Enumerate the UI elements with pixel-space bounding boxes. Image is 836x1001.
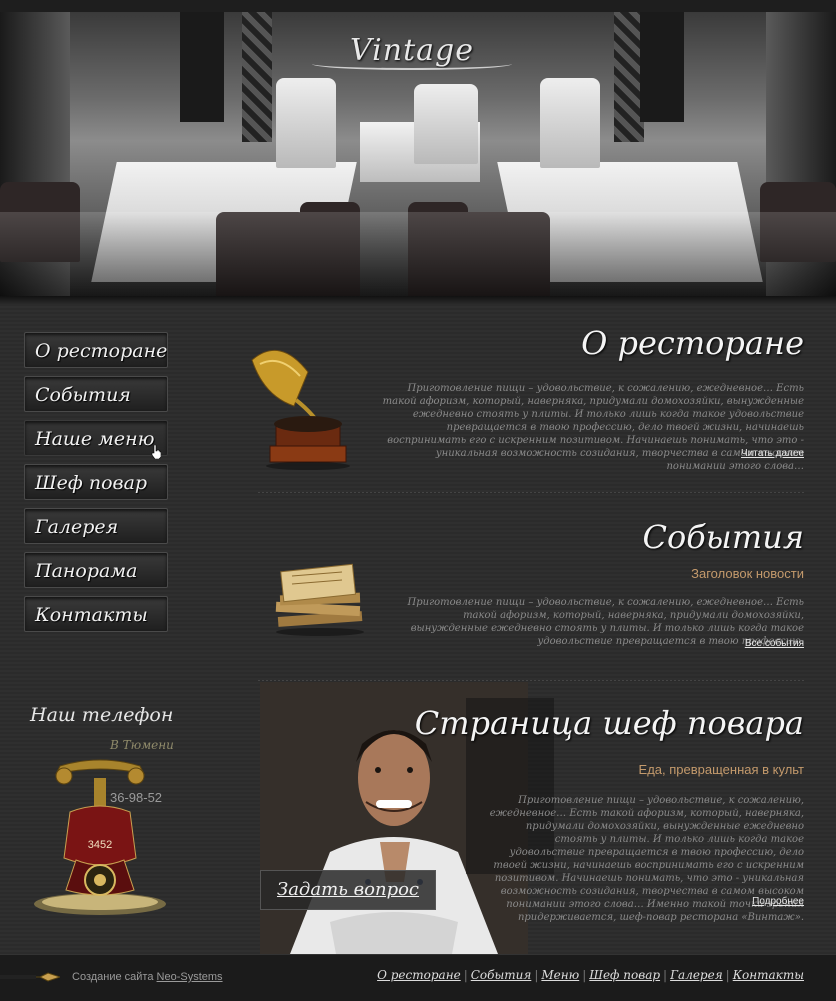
banner-chair [540,78,600,168]
footer-link-about[interactable]: О ресторане [377,968,461,982]
footer-separator: | [725,968,730,982]
top-bar [0,0,836,12]
all-events-link[interactable]: Все события [745,638,804,649]
hand-cursor-icon [151,445,161,459]
banner-curtain [180,12,224,122]
footer-separator: | [534,968,539,982]
events-text: Приготовление пищи – удовольствие, к сож… [407,597,804,647]
main-nav: О ресторане События Наше меню Шеф повар … [24,332,170,640]
ask-question-button[interactable]: Задать вопрос [260,870,436,910]
events-subtitle[interactable]: Заголовок новости [691,566,804,581]
footer-link-contacts[interactable]: Контакты [733,968,804,982]
nav-item-contacts[interactable]: Контакты [24,596,168,632]
site-logo[interactable]: Vintage [312,28,512,74]
banner-curtain [640,12,684,122]
footer-link-events[interactable]: События [471,968,532,982]
nav-item-events[interactable]: События [24,376,168,412]
nav-item-about[interactable]: О ресторане [24,332,168,368]
banner-column [242,12,272,142]
footer-link-gallery[interactable]: Галерея [670,968,723,982]
read-more-link[interactable]: Читать далее [741,448,804,459]
about-title: О ресторане [581,324,804,362]
phone-city: В Тюмени [110,738,174,752]
about-section: О ресторане Приготовление пищи – удоволь… [251,304,804,494]
content-area: О ресторане События Наше меню Шеф повар … [0,304,836,954]
banner-floor [0,212,836,298]
papers-stack-icon [275,563,364,636]
about-text: Приготовление пищи – удовольствие, к сож… [382,383,804,472]
credit-prefix: Создание сайта [72,971,154,983]
nav-item-panorama[interactable]: Панорама [24,552,168,588]
neo-systems-link[interactable]: Neo-Systems [157,971,223,983]
phone-block: Наш телефон В Тюмени 36-98-52 3452 [24,704,174,924]
footer-separator: | [582,968,587,982]
more-link[interactable]: Подробнее [752,896,804,907]
footer: Создание сайта Neo-Systems О ресторане | С… [0,954,836,1001]
footer-separator: | [463,968,468,982]
ask-question-label: Задать вопрос [276,879,420,900]
footer-link-menu[interactable]: Меню [541,968,579,982]
section-divider [258,680,804,681]
banner-chair [414,84,478,164]
logo-swirl [312,58,512,70]
gramophone-icon [251,350,350,470]
nav-item-chef[interactable]: Шеф повар [24,464,168,500]
chef-title: Страница шеф повара [414,704,804,742]
footer-separator: | [663,968,668,982]
header-banner: Vintage [0,12,836,298]
vintage-telephone-icon: 3452 [34,759,166,915]
section-divider [258,492,804,493]
header-shadow [0,296,836,304]
events-title: События [642,518,804,556]
footer-nav: О ресторане | События | Меню | Шеф повар | Галер… [377,968,804,982]
fountain-pen-icon [0,972,60,982]
chef-subtitle: Еда, превращенная в культ [638,762,804,777]
events-section: События Заголовок новости Приготовление … [258,494,804,674]
banner-chair [276,78,336,168]
phone-prefix: 3452 [88,839,112,851]
footer-link-chef[interactable]: Шеф повар [589,968,660,982]
site-credit: Создание сайта Neo-Systems [72,971,223,983]
nav-item-menu[interactable]: Наше меню [24,420,168,456]
phone-title: Наш телефон [30,704,174,726]
nav-item-gallery[interactable]: Галерея [24,508,168,544]
